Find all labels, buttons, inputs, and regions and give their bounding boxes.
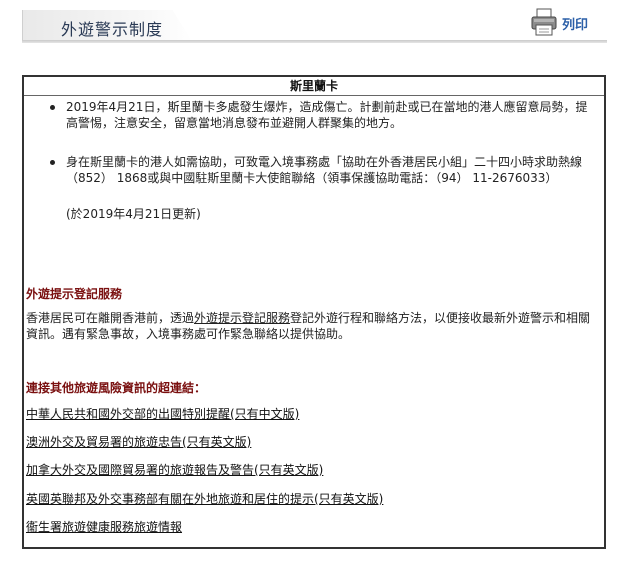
link-canada-dfait[interactable]: 加拿大外交及國際貿易署的旅遊報告及警告(只有英文版) bbox=[26, 461, 323, 478]
hyperlinks-heading: 連接其他旅遊風險資訊的超連結： bbox=[26, 381, 207, 395]
registration-service-link[interactable]: 外遊提示登記服務 bbox=[194, 311, 290, 325]
link-australia-dfat[interactable]: 澳洲外交及貿易署的旅遊忠告(只有英文版) bbox=[26, 433, 251, 450]
print-label: 列印 bbox=[562, 18, 589, 33]
update-note: (於2019年4月21日更新) bbox=[66, 207, 201, 221]
panel-title: 斯里蘭卡 bbox=[24, 77, 604, 96]
header-divider bbox=[22, 40, 607, 43]
link-china-mfa[interactable]: 中華人民共和國外交部的出國特別提醒(只有中文版) bbox=[26, 405, 299, 422]
advisory-item: 2019年4月21日，斯里蘭卡多處發生爆炸，造成傷亡。計劃前赴或已在當地的港人應… bbox=[24, 99, 604, 131]
advisory-panel: 斯里蘭卡 2019年4月21日，斯里蘭卡多處發生爆炸，造成傷亡。計劃前赴或已在當… bbox=[22, 75, 606, 549]
print-button[interactable]: 列印 bbox=[531, 8, 601, 38]
printer-icon bbox=[531, 8, 557, 36]
link-dh-travel-health[interactable]: 衞生署旅遊健康服務旅遊情報 bbox=[26, 518, 182, 535]
registration-heading: 外遊提示登記服務 bbox=[26, 287, 123, 301]
page-title: 外遊警示制度 bbox=[61, 20, 164, 39]
registration-text: 香港居民可在離開香港前，透過外遊提示登記服務登記外遊行程和聯絡方法，以便接收最新… bbox=[26, 310, 602, 342]
link-uk-fco[interactable]: 英國英聯邦及外交事務部有關在外地旅遊和居住的提示(只有英文版) bbox=[26, 490, 383, 507]
registration-text-before: 香港居民可在離開香港前，透過 bbox=[26, 311, 195, 325]
advisory-item: 身在斯里蘭卡的港人如需協助，可致電入境事務處「協助在外香港居民小組」二十四小時求… bbox=[24, 154, 604, 186]
